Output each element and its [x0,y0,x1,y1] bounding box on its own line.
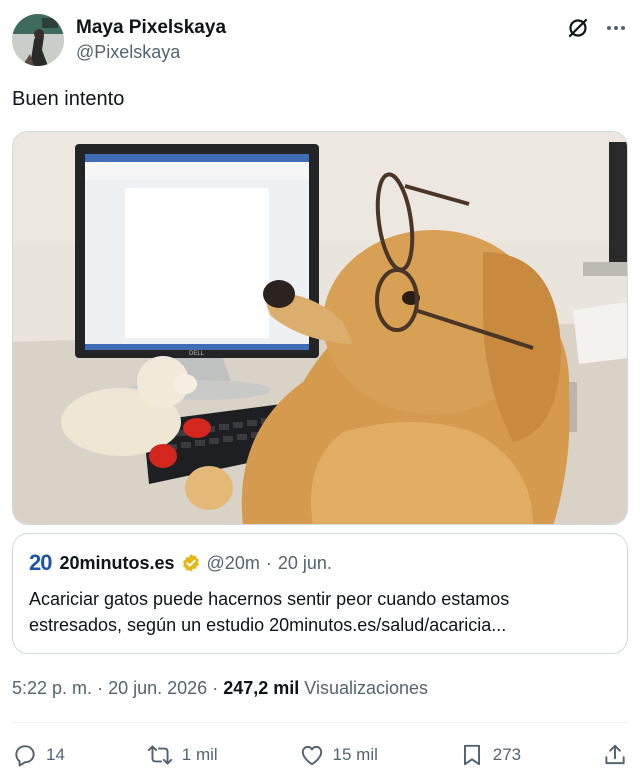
repost-count: 1 mil [181,745,218,764]
quoted-text-line2: estresados, según un estudio 20minutos.e… [29,615,507,635]
bookmark-button[interactable]: 273 [459,742,521,768]
quoted-tweet[interactable]: 20 20minutos.es @20m · 20 jun. Acariciar… [12,533,628,654]
svg-text:DELL: DELL [189,351,205,357]
quoted-tweet-header: 20 20minutos.es @20m · 20 jun. [29,550,611,576]
bookmark-icon [459,742,485,768]
author-names: Maya Pixelskaya @Pixelskaya [76,16,226,64]
repost-button[interactable]: 1 mil [146,742,218,768]
quoted-author-handle: @20m [206,552,260,573]
action-bar: 14 1 mil 15 mil 273 [12,738,628,772]
like-icon [299,742,325,768]
tweet-header: Maya Pixelskaya @Pixelskaya [12,14,628,66]
quoted-tweet-text: Acariciar gatos puede hacernos sentir pe… [29,586,611,638]
quoted-date: 20 jun. [277,552,332,573]
views-label: Visualizaciones [304,678,429,698]
verified-badge-icon [181,553,201,573]
reply-count: 14 [46,745,65,764]
reply-button[interactable]: 14 [12,742,65,768]
bookmark-count: 273 [492,745,522,764]
like-button[interactable]: 15 mil [299,742,378,768]
divider [12,722,628,723]
share-button[interactable] [602,742,628,768]
tweet-meta: 5:22 p. m. · 20 jun. 2026 · 247,2 mil Vi… [12,676,428,700]
repost-icon [146,742,174,768]
more-icon[interactable] [604,16,628,40]
reply-icon [12,742,38,768]
header-icons [566,14,628,42]
quoted-author-name: 20minutos.es [59,552,175,573]
views-count: 247,2 mil [223,678,300,698]
author-handle[interactable]: @Pixelskaya [76,40,226,64]
grok-icon[interactable] [566,16,590,40]
meta-separator-2: · [212,678,219,698]
like-count: 15 mil [332,745,378,764]
meta-separator: · [97,678,104,698]
tweet-media-image[interactable]: DELL [12,131,628,525]
quoted-text-line1: Acariciar gatos puede hacernos sentir pe… [29,589,510,609]
share-icon [602,742,628,768]
avatar[interactable] [12,14,64,66]
tweet-time[interactable]: 5:22 p. m. [12,678,92,698]
quoted-avatar-logo: 20 [29,550,53,575]
quoted-separator: · [265,552,272,573]
tweet-date[interactable]: 20 jun. 2026 [108,678,207,698]
tweet-text: Buen intento [12,88,125,110]
author-display-name[interactable]: Maya Pixelskaya [76,16,226,40]
